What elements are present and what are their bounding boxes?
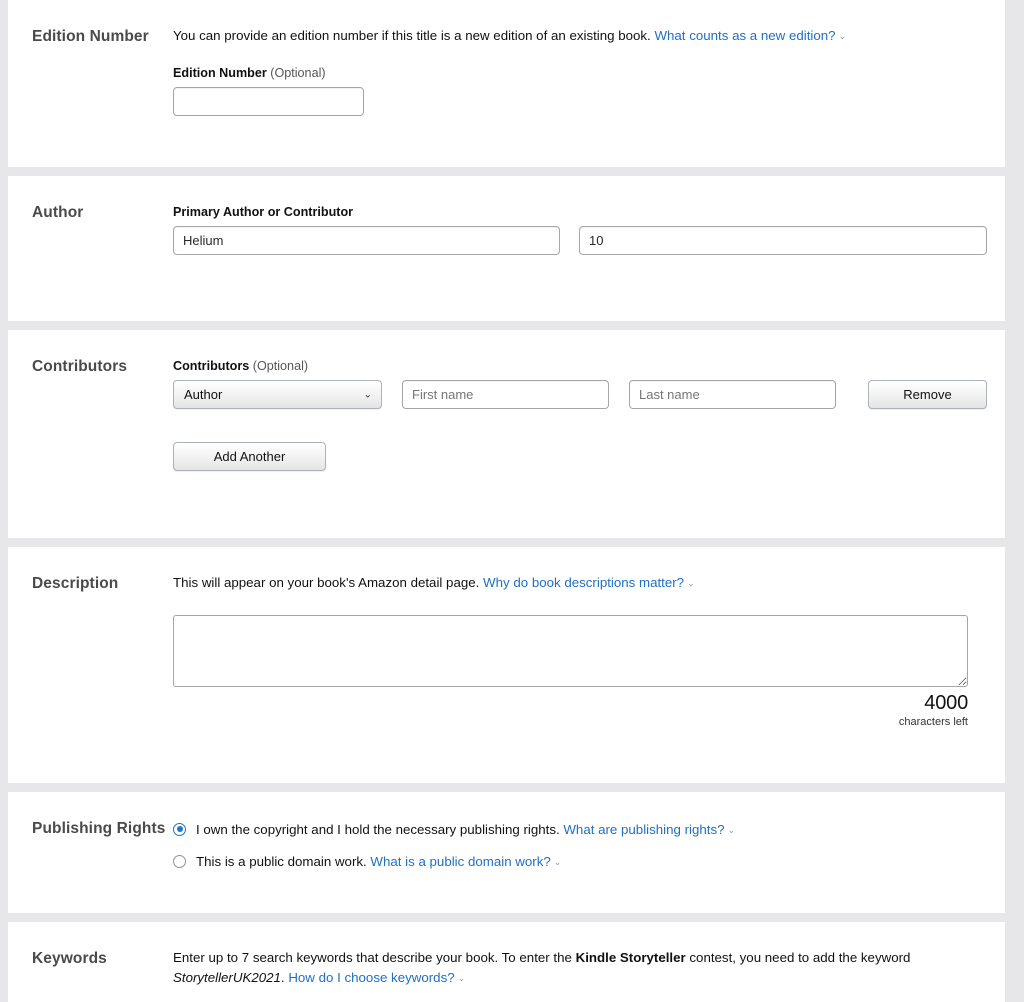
contributor-row: Author ⌄ Remove — [173, 380, 987, 409]
author-input-row — [173, 226, 987, 255]
section-contributors: Contributors Contributors (Optional) Aut… — [8, 330, 1005, 538]
radio-own-copyright[interactable] — [173, 822, 186, 836]
section-heading-edition-number: Edition Number — [32, 28, 149, 45]
edition-helper-sentence: You can provide an edition number if thi… — [173, 28, 651, 43]
chevron-down-icon[interactable]: ⌄ — [728, 825, 736, 836]
keywords-helper-part2: contest, you need to add the keyword — [685, 950, 911, 965]
description-helper-text: This will appear on your book's Amazon d… — [173, 573, 987, 594]
kdp-book-details-form: Edition Number You can provide an editio… — [0, 0, 1024, 1002]
keywords-required-keyword: StorytellerUK2021 — [173, 970, 281, 985]
section-body-author: Primary Author or Contributor — [173, 176, 1005, 255]
contributors-optional-tag: (Optional) — [252, 359, 309, 373]
contributors-field-label: Contributors (Optional) — [173, 359, 987, 373]
section-heading-author: Author — [32, 204, 84, 221]
edition-helper-text: You can provide an edition number if thi… — [173, 26, 987, 47]
keywords-contest-name: Kindle Storyteller — [575, 950, 686, 965]
author-field-label: Primary Author or Contributor — [173, 205, 354, 219]
chevron-down-icon[interactable]: ⌄ — [554, 857, 562, 868]
contributor-role-select[interactable]: Author — [173, 380, 382, 409]
section-keywords: Keywords Enter up to 7 search keywords t… — [8, 922, 1005, 1002]
description-character-counter: 4000 characters left — [173, 692, 968, 730]
contributor-first-name-input[interactable] — [402, 380, 609, 409]
publishing-rights-option-public-domain[interactable]: This is a public domain work. What is a … — [173, 850, 987, 872]
publishing-rights-own-text: I own the copyright and I hold the neces… — [196, 821, 560, 837]
section-heading-keywords: Keywords — [32, 950, 107, 967]
section-body-keywords: Enter up to 7 search keywords that descr… — [173, 922, 1005, 989]
edition-help-link[interactable]: What counts as a new edition? — [654, 28, 835, 43]
section-heading-contributors: Contributors — [32, 358, 128, 375]
primary-author-name-input[interactable] — [173, 226, 560, 255]
chevron-down-icon[interactable]: ⌄ — [839, 27, 847, 46]
edition-field-label-text: Edition Number — [173, 66, 267, 80]
section-publishing-rights: Publishing Rights I own the copyright an… — [8, 792, 1005, 913]
section-heading-description: Description — [32, 575, 119, 592]
radio-public-domain[interactable] — [173, 854, 186, 868]
remove-contributor-button[interactable]: Remove — [868, 380, 987, 409]
description-helper-sentence: This will appear on your book's Amazon d… — [173, 575, 480, 590]
characters-left-number: 4000 — [924, 692, 968, 714]
section-body-publishing-rights: I own the copyright and I hold the neces… — [173, 792, 1005, 872]
publishing-rights-public-domain-text: This is a public domain work. — [196, 853, 367, 869]
contributors-field-label-text: Contributors — [173, 359, 250, 373]
section-description: Description This will appear on your boo… — [8, 547, 1005, 783]
chevron-down-icon[interactable]: ⌄ — [687, 574, 695, 593]
chevron-down-icon[interactable]: ⌄ — [458, 968, 466, 988]
edition-field-label: Edition Number (Optional) — [173, 66, 987, 80]
keywords-help-link[interactable]: How do I choose keywords? — [288, 970, 454, 985]
publishing-rights-public-domain-help-link[interactable]: What is a public domain work? — [370, 854, 550, 869]
edition-optional-tag: (Optional) — [270, 66, 326, 80]
publishing-rights-own-label: I own the copyright and I hold the neces… — [196, 822, 735, 837]
description-textarea[interactable] — [173, 615, 968, 687]
description-help-link[interactable]: Why do book descriptions matter? — [483, 575, 684, 590]
keywords-helper-part1: Enter up to 7 search keywords that descr… — [173, 950, 576, 965]
publishing-rights-option-own[interactable]: I own the copyright and I hold the neces… — [173, 818, 987, 840]
section-body-edition-number: You can provide an edition number if thi… — [173, 0, 1005, 116]
section-body-contributors: Contributors (Optional) Author ⌄ Remove … — [173, 330, 1005, 471]
keywords-helper-text: Enter up to 7 search keywords that descr… — [173, 948, 987, 989]
primary-author-secondary-input[interactable] — [579, 226, 987, 255]
publishing-rights-public-domain-label: This is a public domain work. What is a … — [196, 854, 561, 869]
contributor-role-select-wrap[interactable]: Author ⌄ — [173, 380, 382, 409]
publishing-rights-own-help-link[interactable]: What are publishing rights? — [563, 822, 724, 837]
section-edition-number: Edition Number You can provide an editio… — [8, 0, 1005, 167]
section-author: Author Primary Author or Contributor — [8, 176, 1005, 321]
section-heading-publishing-rights: Publishing Rights — [32, 820, 166, 837]
contributor-last-name-input[interactable] — [629, 380, 836, 409]
add-another-contributor-button[interactable]: Add Another — [173, 442, 326, 471]
characters-left-label: characters left — [898, 716, 968, 728]
section-body-description: This will appear on your book's Amazon d… — [173, 547, 1005, 730]
edition-number-input[interactable] — [173, 87, 364, 116]
